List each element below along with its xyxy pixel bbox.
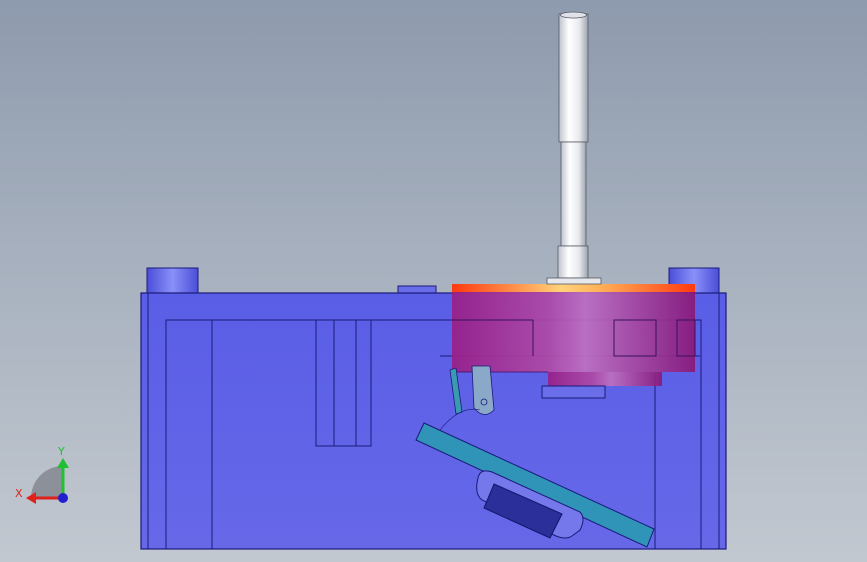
model-scene[interactable]: Y X <box>0 0 867 562</box>
y-axis-arrow <box>57 458 69 468</box>
drive-shaft[interactable] <box>546 11 602 285</box>
x-axis-arrow <box>26 492 36 504</box>
left-post[interactable] <box>146 267 199 296</box>
y-axis-label: Y <box>57 445 65 458</box>
x-axis-label: X <box>15 487 23 500</box>
z-axis-dot <box>58 493 68 503</box>
coordinate-triad: Y X <box>15 445 69 504</box>
cad-graphics-viewport[interactable]: Y X <box>0 0 867 562</box>
